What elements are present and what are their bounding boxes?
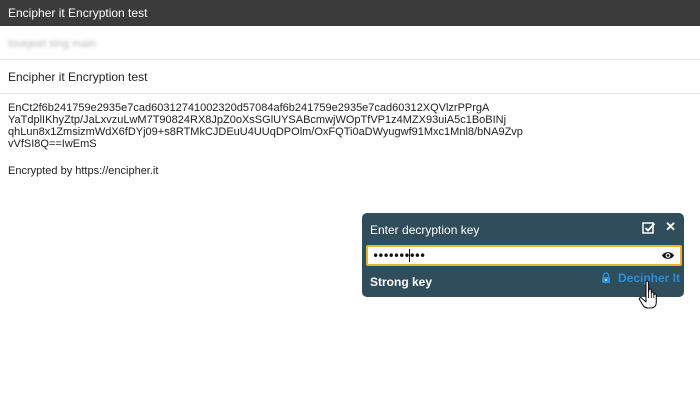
- popup-title: Enter decryption key: [370, 223, 480, 237]
- key-field-box: [366, 245, 682, 266]
- email-from: lovejeet sing main: [8, 38, 97, 50]
- decryption-key-popup: Enter decryption key ✕ Strong key Deciph…: [362, 213, 684, 297]
- ciphertext-line: EnCt2f6b241759e2935e7cad60312741002320d5…: [8, 102, 490, 114]
- window-title: Encipher it Encryption test: [0, 0, 700, 26]
- email-from-row: lovejeet sing main: [0, 26, 700, 60]
- email-body: EnCt2f6b241759e2935e7cad60312741002320d5…: [8, 102, 568, 177]
- lock-icon: [601, 272, 610, 283]
- ciphertext-line: qhLun8x1ZmsizmWdX6fDYj09+s8RTMkCJDEuU4UU…: [8, 126, 523, 138]
- key-strength-label: Strong key: [370, 275, 433, 289]
- text-caret: [409, 249, 410, 262]
- email-subject: Encipher it Encryption test: [0, 60, 700, 94]
- ciphertext-line: vVfSI8Q==IwEmS: [8, 138, 97, 150]
- hand-cursor-icon: [638, 280, 657, 309]
- eye-icon[interactable]: [661, 250, 675, 261]
- close-icon[interactable]: ✕: [665, 219, 676, 235]
- decryption-key-input[interactable]: [368, 247, 666, 264]
- checkbox-icon[interactable]: [642, 221, 656, 235]
- ciphertext-line: YaTdplIKhyZtp/JaLxvzuLwM7T90824RX8JpZ0oX…: [8, 114, 507, 126]
- encryption-signature: Encrypted by https://encipher.it: [8, 165, 159, 177]
